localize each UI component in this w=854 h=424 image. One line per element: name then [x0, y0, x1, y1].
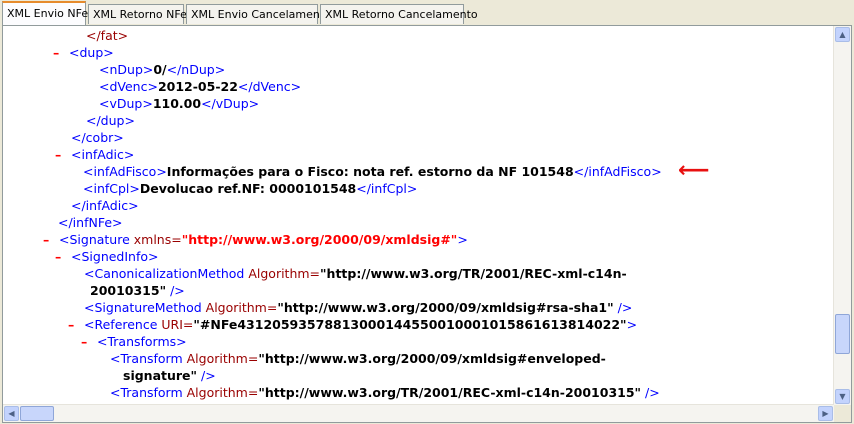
xml-line-signaturemethod: <SignatureMethod Algorithm="http://www.w…: [84, 300, 633, 315]
tab-xml-envio-cancelamento[interactable]: XML Envio Cancelamento: [186, 4, 331, 24]
tab-xml-retorno-nfe[interactable]: XML Retorno NFe: [88, 4, 187, 24]
xml-line-transform-enveloped-cont: signature" />: [123, 368, 216, 383]
xml-line-signedinfo: – <SignedInfo>: [55, 249, 159, 264]
xml-line-canonicalization-cont: 20010315" />: [90, 283, 185, 298]
collapse-toggle[interactable]: –: [81, 333, 87, 350]
horizontal-scroll-thumb[interactable]: [20, 406, 54, 421]
collapse-toggle[interactable]: –: [68, 316, 74, 333]
xml-line-infnfe-close: </infNFe>: [58, 215, 123, 230]
scroll-right-button[interactable]: ▶: [818, 406, 833, 421]
xml-line-transform-enveloped: <Transform Algorithm="http://www.w3.org/…: [110, 351, 606, 366]
scroll-left-button[interactable]: ◀: [4, 406, 19, 421]
xml-content: </fat> – <dup> <nDup>0/</nDup> <dVenc>201…: [3, 26, 833, 404]
tab-bar: XML Envio NFe XML Retorno NFe XML Envio …: [0, 0, 854, 26]
xml-line-dvenc: <dVenc>2012-05-22</dVenc>: [99, 79, 302, 94]
xml-line-cobr-close: </cobr>: [71, 130, 124, 145]
tab-xml-envio-nfe[interactable]: XML Envio NFe: [2, 1, 88, 25]
collapse-toggle[interactable]: –: [55, 146, 61, 163]
scroll-down-button[interactable]: ▼: [835, 389, 850, 404]
vertical-scrollbar[interactable]: ▲ ▼: [833, 26, 851, 405]
vertical-scroll-thumb[interactable]: [835, 314, 850, 354]
xml-line-reference: – <Reference URI="#NFe4312059357881300014…: [68, 317, 638, 332]
xml-line-infadfisco: <infAdFisco>Informações para o Fisco: no…: [83, 164, 662, 179]
xml-line-transforms: – <Transforms>: [81, 334, 187, 349]
xml-viewer-panel: </fat> – <dup> <nDup>0/</nDup> <dVenc>201…: [2, 25, 852, 423]
red-arrow-icon: ⟵: [678, 158, 710, 183]
horizontal-scrollbar[interactable]: ◀ ▶: [3, 404, 834, 422]
collapse-toggle[interactable]: –: [43, 231, 49, 248]
xml-line-ndup: <nDup>0/</nDup>: [99, 62, 226, 77]
scroll-up-button[interactable]: ▲: [835, 27, 850, 42]
scrollbar-corner: [834, 405, 851, 422]
xml-line-infadic-open: – <infAdic>: [55, 147, 135, 162]
xml-line-signature: – <Signature xmlns="http://www.w3.org/200…: [43, 232, 468, 247]
collapse-toggle[interactable]: –: [55, 248, 61, 265]
xml-line-vdup: <vDup>110.00</vDup>: [99, 96, 260, 111]
xml-line-canonicalization: <CanonicalizationMethod Algorithm="http:…: [84, 266, 627, 281]
xml-line-dup-open: – <dup>: [53, 45, 114, 60]
xml-line-fat-close: </fat>: [86, 28, 129, 43]
collapse-toggle[interactable]: –: [53, 44, 59, 61]
xml-line-infcpl: <infCpl>Devolucao ref.NF: 0000101548</in…: [83, 181, 418, 196]
xml-line-dup-close: </dup>: [86, 113, 135, 128]
xml-line-transform-c14n: <Transform Algorithm="http://www.w3.org/…: [110, 385, 660, 400]
xml-line-infadic-close: </infAdic>: [71, 198, 139, 213]
tab-xml-retorno-cancelamento[interactable]: XML Retorno Cancelamento: [320, 4, 478, 24]
